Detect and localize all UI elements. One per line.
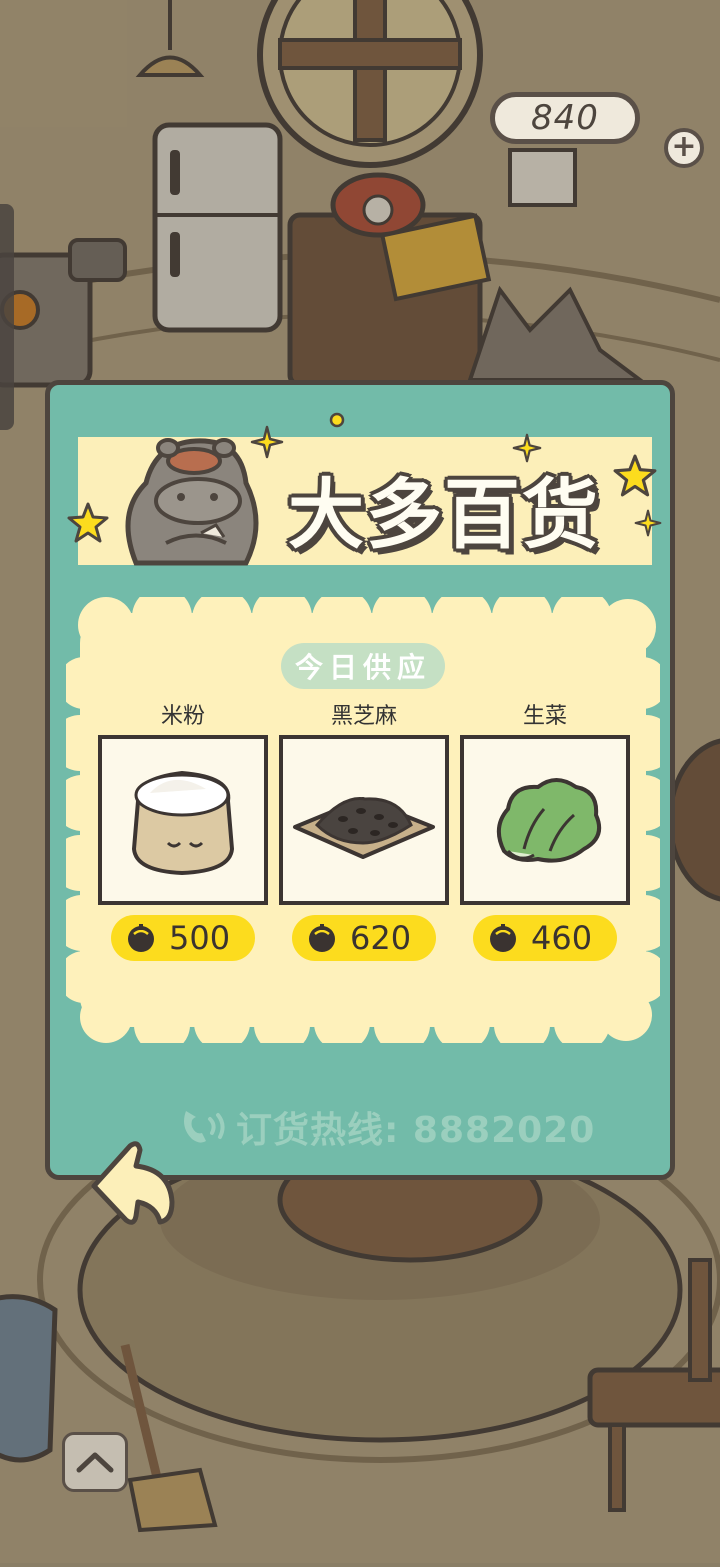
add-coins-button[interactable]: + bbox=[664, 128, 704, 168]
back-button[interactable] bbox=[86, 1136, 178, 1228]
item-name: 生菜 bbox=[522, 704, 567, 729]
price-value: 460 bbox=[531, 919, 593, 957]
shop-item-lettuce[interactable] bbox=[460, 735, 630, 905]
side-drawer-tab[interactable] bbox=[0, 204, 14, 430]
acorn-coin-icon bbox=[128, 924, 154, 952]
chevron-up-icon bbox=[76, 1452, 114, 1473]
lettuce-icon bbox=[496, 778, 601, 863]
acorn-coin-icon bbox=[490, 924, 516, 952]
phone-icon bbox=[184, 1111, 225, 1143]
shop-item-rice-flour[interactable] bbox=[98, 735, 268, 905]
price-value: 500 bbox=[169, 919, 231, 957]
star-icon bbox=[67, 502, 109, 543]
dot-decoration-icon bbox=[329, 412, 345, 428]
price-tag[interactable]: 620 bbox=[292, 915, 436, 961]
flour-sack-icon bbox=[131, 770, 235, 876]
today-supply-text: 今日供应 bbox=[294, 651, 431, 684]
star-icon bbox=[613, 454, 657, 497]
today-supply-label: 今日供应 bbox=[281, 643, 445, 689]
item-name: 米粉 bbox=[160, 704, 205, 729]
price-tag[interactable]: 500 bbox=[111, 915, 255, 961]
order-hotline[interactable]: 订货热线: 8882020 bbox=[236, 1101, 595, 1153]
coin-counter: 840 bbox=[490, 92, 640, 144]
item-name: 黑芝麻 bbox=[330, 704, 397, 729]
sparkle-icon bbox=[250, 425, 284, 459]
coin-count: 840 bbox=[531, 98, 599, 138]
acorn-coin-icon bbox=[309, 924, 335, 952]
shop-title: 大多百货 bbox=[288, 470, 600, 559]
black-sesame-icon bbox=[293, 797, 435, 859]
shop-item-black-sesame[interactable] bbox=[279, 735, 449, 905]
price-value: 620 bbox=[350, 919, 412, 957]
sparkle-icon bbox=[512, 433, 542, 463]
scroll-up-button[interactable] bbox=[62, 1432, 128, 1492]
price-tag[interactable]: 460 bbox=[473, 915, 617, 961]
plus-icon: + bbox=[671, 128, 697, 164]
shop-panel: 大多百货 今日供应 米粉 500 黑芝麻 620 生菜 460 订货热线: 88… bbox=[45, 380, 675, 1180]
sparkle-icon bbox=[634, 509, 662, 537]
